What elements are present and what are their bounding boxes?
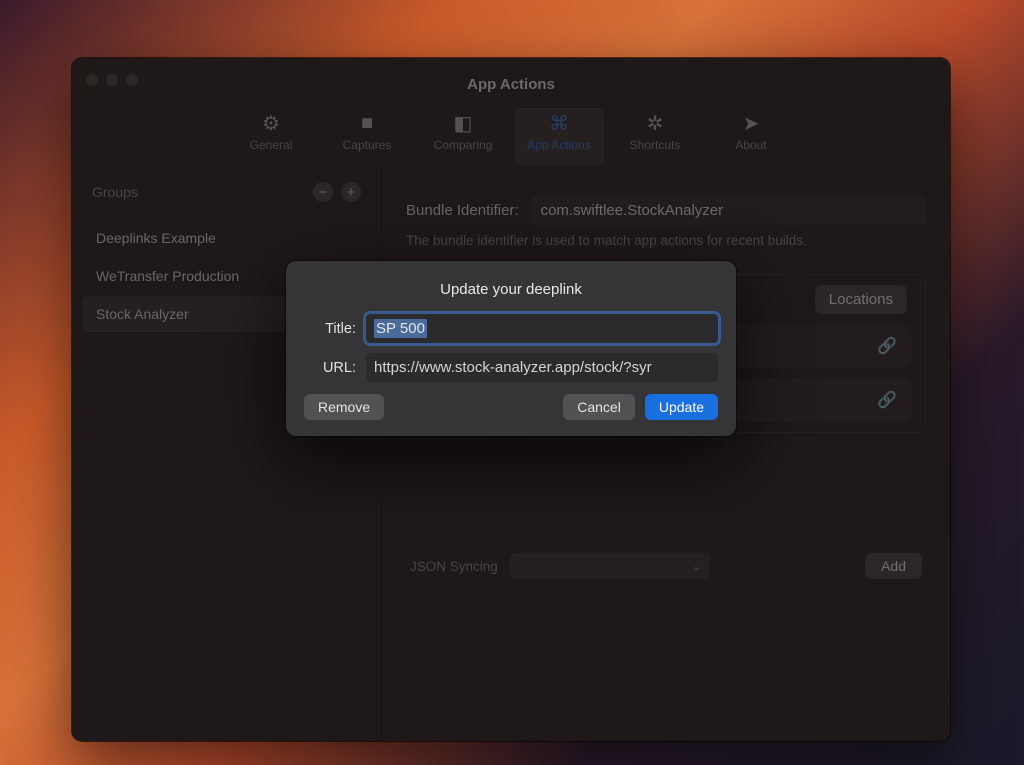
add-button[interactable]: Add <box>865 553 922 579</box>
tab-label: Comparing <box>434 138 493 152</box>
groups-header: Groups − + <box>82 178 371 220</box>
json-sync-dropdown[interactable]: ⌄ <box>510 553 710 579</box>
tab-about[interactable]: ➤ About <box>706 108 796 166</box>
tab-general[interactable]: ⚙ General <box>226 108 316 166</box>
update-button[interactable]: Update <box>645 394 718 420</box>
dialog-title: Update your deeplink <box>304 281 718 298</box>
remove-button[interactable]: Remove <box>304 394 384 420</box>
shortcuts-icon: ✲ <box>647 112 664 134</box>
zoom-icon[interactable] <box>126 74 138 86</box>
url-input[interactable]: https://www.stock-analyzer.app/stock/?sy… <box>366 353 718 382</box>
tab-label: About <box>735 138 766 152</box>
title-label: Title: <box>304 321 356 337</box>
compare-icon: ◧ <box>454 112 473 134</box>
tab-comparing[interactable]: ◧ Comparing <box>418 108 508 166</box>
bundle-id-field[interactable]: com.swiftlee.StockAnalyzer <box>531 196 926 225</box>
update-deeplink-dialog: Update your deeplink Title: SP 500 URL: … <box>286 261 736 436</box>
tab-label: General <box>250 138 293 152</box>
tab-captures[interactable]: ■ Captures <box>322 108 412 166</box>
link-icon[interactable]: 🔗 <box>877 390 897 410</box>
json-sync-label: JSON Syncing <box>410 559 498 574</box>
command-icon: ⌘ <box>549 112 569 134</box>
sidebar-item-deeplinks-example[interactable]: Deeplinks Example <box>82 220 371 256</box>
groups-label: Groups <box>92 184 138 200</box>
toolbar: ⚙ General ■ Captures ◧ Comparing ⌘ App A… <box>72 106 950 166</box>
minimize-icon[interactable] <box>106 74 118 86</box>
tab-app-actions[interactable]: ⌘ App Actions <box>514 108 604 166</box>
bundle-id-hint: The bundle identifier is used to match a… <box>406 233 926 248</box>
tab-label: Shortcuts <box>630 138 681 152</box>
camera-icon: ■ <box>361 112 373 134</box>
link-icon[interactable]: 🔗 <box>877 336 897 356</box>
titlebar: App Actions <box>72 58 950 106</box>
tab-label: Captures <box>343 138 392 152</box>
url-label: URL: <box>304 360 356 376</box>
main-panel: Bundle Identifier: com.swiftlee.StockAna… <box>382 166 950 741</box>
action-tab-locations[interactable]: Locations <box>815 285 907 314</box>
close-icon[interactable] <box>86 74 98 86</box>
bundle-id-label: Bundle Identifier: <box>406 202 519 219</box>
tab-shortcuts[interactable]: ✲ Shortcuts <box>610 108 700 166</box>
gear-icon: ⚙ <box>262 112 280 134</box>
cancel-button[interactable]: Cancel <box>563 394 635 420</box>
sidebar: Groups − + Deeplinks Example WeTransfer … <box>72 166 382 741</box>
remove-group-button[interactable]: − <box>313 182 333 202</box>
rocket-icon: ➤ <box>743 112 760 134</box>
add-group-button[interactable]: + <box>341 182 361 202</box>
title-input[interactable]: SP 500 <box>366 314 718 343</box>
window-title: App Actions <box>72 72 950 93</box>
traffic-lights <box>86 74 138 86</box>
tab-label: App Actions <box>527 138 590 152</box>
